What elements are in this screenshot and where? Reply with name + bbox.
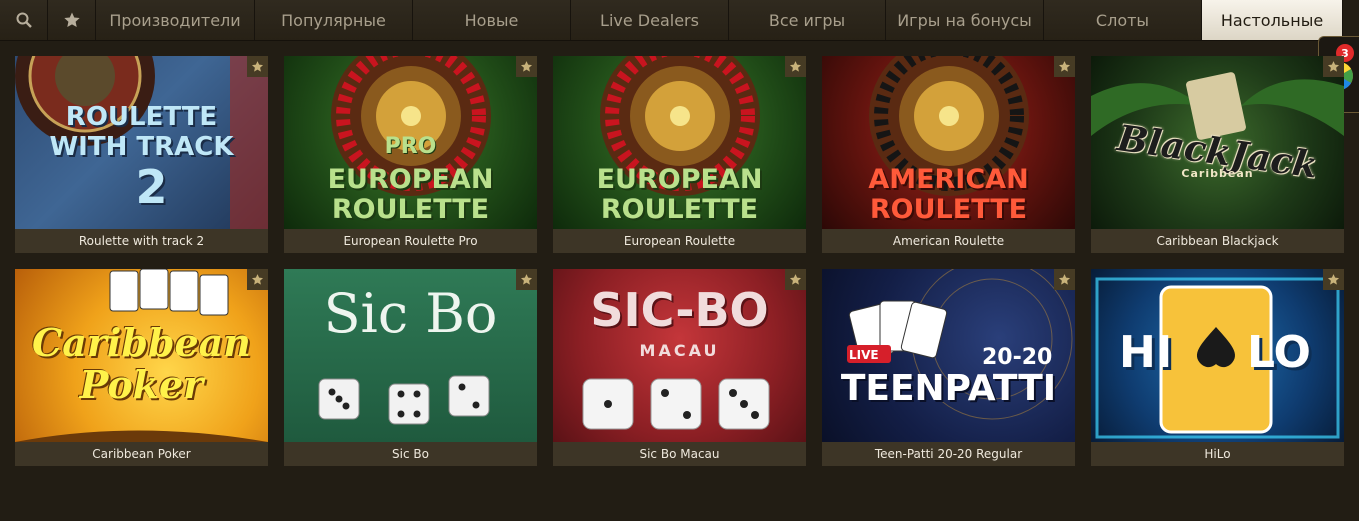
- favorite-button[interactable]: [247, 269, 268, 290]
- favorites-tab[interactable]: [48, 0, 96, 40]
- tab-label: Все игры: [768, 10, 846, 30]
- game-thumbnail[interactable]: HI LO: [1091, 269, 1344, 442]
- game-card[interactable]: BlackJack Caribbean Caribbean Blackjack: [1091, 56, 1344, 253]
- favorite-button[interactable]: [247, 56, 268, 77]
- search-button[interactable]: [0, 0, 48, 40]
- live-label: LIVE: [849, 348, 879, 362]
- thumbnail-title: EUROPEAN: [327, 164, 494, 195]
- tab-all-games[interactable]: Все игры: [729, 0, 886, 40]
- tab-label: Игры на бонусы: [897, 10, 1032, 30]
- favorite-button[interactable]: [785, 269, 806, 290]
- game-card[interactable]: HI LO HiLo: [1091, 269, 1344, 466]
- favorite-button[interactable]: [516, 269, 537, 290]
- game-card[interactable]: PRO EUROPEAN ROULETTE European Roulette …: [284, 56, 537, 253]
- thumbnail-title: ROULETTE: [869, 194, 1028, 225]
- game-title[interactable]: Caribbean Poker: [15, 442, 268, 466]
- game-thumbnail[interactable]: AMERICAN ROULETTE: [822, 56, 1075, 229]
- thumbnail-title: PRO: [384, 134, 437, 159]
- thumbnail-title: Sic Bo: [323, 282, 498, 345]
- game-title[interactable]: Sic Bo: [284, 442, 537, 466]
- thumbnail-title: Caribbean: [1181, 167, 1254, 180]
- favorite-button[interactable]: [785, 56, 806, 77]
- category-tab-bar: Производители Популярные Новые Live Deal…: [0, 0, 1343, 41]
- game-title[interactable]: Sic Bo Macau: [553, 442, 806, 466]
- thumbnail-title: Poker: [79, 362, 204, 407]
- thumbnail-title: 2: [135, 160, 168, 214]
- game-thumbnail[interactable]: EUROPEAN ROULETTE: [553, 56, 806, 229]
- favorite-button[interactable]: [1323, 269, 1344, 290]
- game-thumbnail[interactable]: Sic Bo: [284, 269, 537, 442]
- star-icon: [1058, 61, 1071, 72]
- tab-popular[interactable]: Популярные: [255, 0, 413, 40]
- tab-label: Новые: [464, 10, 519, 30]
- tab-label: Производители: [109, 10, 241, 30]
- tab-new[interactable]: Новые: [413, 0, 571, 40]
- thumbnail-title: EUROPEAN: [596, 164, 763, 195]
- game-thumbnail[interactable]: Caribbean Poker: [15, 269, 268, 442]
- thumbnail-title: HI: [1119, 327, 1173, 378]
- favorite-button[interactable]: [1323, 56, 1344, 77]
- star-icon: [520, 274, 533, 285]
- tab-live-dealers[interactable]: Live Dealers: [571, 0, 729, 40]
- tab-label: Live Dealers: [600, 10, 699, 30]
- game-title[interactable]: Teen-Patti 20-20 Regular: [822, 442, 1075, 466]
- tab-table-games[interactable]: Настольные: [1202, 0, 1343, 40]
- favorite-button[interactable]: [516, 56, 537, 77]
- thumbnail-title: ROULETTE: [65, 102, 218, 132]
- thumbnail-title: 20-20: [982, 345, 1053, 370]
- tab-slots[interactable]: Слоты: [1044, 0, 1202, 40]
- game-card[interactable]: Sic Bo Sic Bo: [284, 269, 537, 466]
- thumbnail-title: TEENPATTI: [840, 368, 1057, 409]
- tab-label: Настольные: [1220, 10, 1324, 30]
- favorite-button[interactable]: [1054, 269, 1075, 290]
- game-title[interactable]: Roulette with track 2: [15, 229, 268, 253]
- thumbnail-title: SIC-BO: [590, 283, 769, 337]
- game-thumbnail[interactable]: ROULETTE WITH TRACK 2: [15, 56, 268, 229]
- search-icon: [16, 12, 32, 28]
- game-card[interactable]: ROULETTE WITH TRACK 2 Roulette with trac…: [15, 56, 268, 253]
- game-card[interactable]: SIC-BO MACAU Sic Bo Macau: [553, 269, 806, 466]
- game-card[interactable]: EUROPEAN ROULETTE European Roulette: [553, 56, 806, 253]
- game-grid: ROULETTE WITH TRACK 2 Roulette with trac…: [15, 56, 1344, 466]
- thumbnail-title: AMERICAN: [868, 164, 1029, 195]
- star-icon: [63, 12, 80, 28]
- game-title[interactable]: European Roulette: [553, 229, 806, 253]
- game-thumbnail[interactable]: LIVE 20-20 TEENPATTI: [822, 269, 1075, 442]
- thumbnail-title: LO: [1247, 327, 1311, 378]
- thumbnail-title: Caribbean: [32, 320, 251, 365]
- star-icon: [789, 274, 802, 285]
- tab-producers[interactable]: Производители: [96, 0, 255, 40]
- thumbnail-title: ROULETTE: [331, 194, 490, 225]
- star-icon: [251, 274, 264, 285]
- star-icon: [1327, 61, 1340, 72]
- game-thumbnail[interactable]: PRO EUROPEAN ROULETTE: [284, 56, 537, 229]
- star-icon: [520, 61, 533, 72]
- game-card[interactable]: LIVE 20-20 TEENPATTI Teen-Patti 20-20 Re…: [822, 269, 1075, 466]
- star-icon: [1327, 274, 1340, 285]
- game-title[interactable]: HiLo: [1091, 442, 1344, 466]
- star-icon: [251, 61, 264, 72]
- star-icon: [789, 61, 802, 72]
- star-icon: [1058, 274, 1071, 285]
- tab-bonus-games[interactable]: Игры на бонусы: [886, 0, 1044, 40]
- thumbnail-title: MACAU: [639, 341, 720, 360]
- game-title[interactable]: Caribbean Blackjack: [1091, 229, 1344, 253]
- game-card[interactable]: AMERICAN ROULETTE American Roulette: [822, 56, 1075, 253]
- favorite-button[interactable]: [1054, 56, 1075, 77]
- game-title[interactable]: European Roulette Pro: [284, 229, 537, 253]
- thumbnail-title: WITH TRACK: [49, 132, 234, 162]
- tab-label: Популярные: [281, 10, 386, 30]
- game-card[interactable]: Caribbean Poker Caribbean Poker: [15, 269, 268, 466]
- game-title[interactable]: American Roulette: [822, 229, 1075, 253]
- tab-label: Слоты: [1095, 10, 1150, 30]
- game-thumbnail[interactable]: SIC-BO MACAU: [553, 269, 806, 442]
- thumbnail-title: ROULETTE: [600, 194, 759, 225]
- game-thumbnail[interactable]: BlackJack Caribbean: [1091, 56, 1344, 229]
